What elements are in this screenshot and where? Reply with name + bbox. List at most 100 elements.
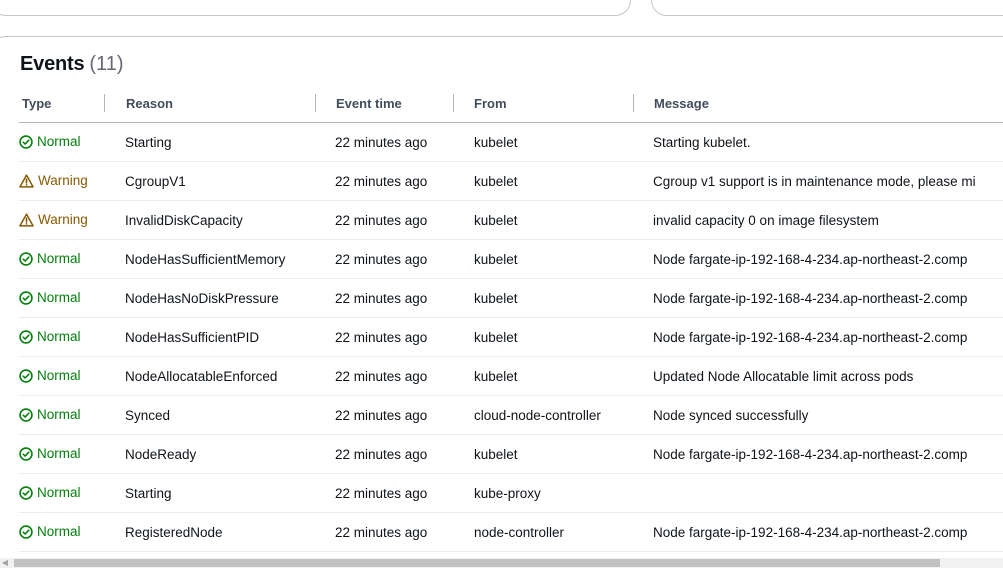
cell-type: Warning: [19, 201, 127, 239]
cell-type: Warning: [19, 162, 127, 200]
cell-reason: NodeAllocatableEnforced: [125, 369, 278, 384]
events-table: Type Reason Event time From Message Norm…: [19, 89, 1003, 552]
status-indicator: Normal: [19, 318, 81, 356]
status-success-icon: [19, 486, 37, 500]
column-header-reason[interactable]: Reason: [123, 89, 173, 122]
cell-from: kubelet: [474, 330, 518, 345]
status-warning-icon: [19, 174, 38, 188]
status-indicator: Warning: [19, 162, 88, 200]
cell-from: kubelet: [474, 213, 518, 228]
cell-event-time: 22 minutes ago: [335, 330, 428, 345]
cell-reason: NodeHasNoDiskPressure: [125, 291, 279, 306]
table-row: Normal NodeHasSufficientMemory 22 minutes …: [19, 240, 1003, 279]
cell-type: Normal: [19, 123, 127, 161]
status-indicator: Normal: [19, 357, 81, 395]
cell-reason: NodeHasSufficientPID: [125, 330, 260, 345]
cell-reason: InvalidDiskCapacity: [125, 213, 243, 228]
table-row: Normal NodeReady 22 minutes ago kubelet Node…: [19, 435, 1003, 474]
table-row: Normal NodeHasNoDiskPressure 22 minutes ag…: [19, 279, 1003, 318]
cell-reason: NodeReady: [125, 447, 197, 462]
status-label: Normal: [37, 524, 81, 539]
status-label: Warning: [38, 173, 88, 188]
status-label: Warning: [38, 212, 88, 227]
cell-message: Node fargate-ip-192-168-4-234.ap-northea…: [653, 447, 968, 462]
cell-from: kubelet: [474, 447, 518, 462]
cell-type: Normal: [19, 513, 127, 551]
table-row: Normal Synced 22 minutes ago cloud-node-con…: [19, 396, 1003, 435]
cell-event-time: 22 minutes ago: [335, 135, 428, 150]
cell-event-time: 22 minutes ago: [335, 525, 428, 540]
status-success-icon: [19, 369, 37, 383]
column-header-message[interactable]: Message: [651, 89, 709, 122]
cell-from: kubelet: [474, 252, 518, 267]
table-row: Warning CgroupV1 22 minutes ago kubelet Cgro…: [19, 162, 1003, 201]
table-row: Normal NodeHasSufficientPID 22 minutes ago…: [19, 318, 1003, 357]
scrollbar-thumb[interactable]: [14, 559, 940, 567]
table-row: Normal RegisteredNode 22 minutes ago node-c…: [19, 513, 1003, 552]
cell-message: Node fargate-ip-192-168-4-234.ap-northea…: [653, 252, 968, 267]
cell-type: Normal: [19, 318, 127, 356]
column-resizer[interactable]: [453, 94, 454, 112]
status-indicator: Warning: [19, 201, 88, 239]
status-label: Normal: [37, 134, 81, 149]
cell-reason: NodeHasSufficientMemory: [125, 252, 286, 267]
cell-message: Node synced successfully: [653, 408, 809, 423]
status-indicator: Normal: [19, 513, 81, 551]
scroll-left-arrow-icon[interactable]: ◀: [0, 558, 10, 568]
status-label: Normal: [37, 446, 81, 461]
status-label: Normal: [37, 251, 81, 266]
status-success-icon: [19, 252, 37, 266]
status-label: Normal: [37, 485, 81, 500]
cell-event-time: 22 minutes ago: [335, 291, 428, 306]
cell-reason: Starting: [125, 135, 172, 150]
top-left-card: [0, 0, 631, 16]
cell-from: kubelet: [474, 135, 518, 150]
cell-from: kubelet: [474, 291, 518, 306]
cell-reason: Starting: [125, 486, 172, 501]
cell-event-time: 22 minutes ago: [335, 369, 428, 384]
cell-message: Node fargate-ip-192-168-4-234.ap-northea…: [653, 291, 968, 306]
table-header: Type Reason Event time From Message: [19, 89, 1003, 123]
status-indicator: Normal: [19, 435, 81, 473]
table-row: Normal Starting 22 minutes ago kubelet Start…: [19, 123, 1003, 162]
status-indicator: Normal: [19, 123, 81, 161]
table-body: Normal Starting 22 minutes ago kubelet Start…: [19, 123, 1003, 552]
column-header-from[interactable]: From: [471, 89, 507, 122]
column-resizer[interactable]: [315, 94, 316, 112]
status-label: Normal: [37, 368, 81, 383]
cell-event-time: 22 minutes ago: [335, 213, 428, 228]
status-success-icon: [19, 447, 37, 461]
table-row: Normal Starting 22 minutes ago kube-proxy: [19, 474, 1003, 513]
cell-type: Normal: [19, 357, 127, 395]
cell-message: Node fargate-ip-192-168-4-234.ap-northea…: [653, 525, 968, 540]
cell-message: Node fargate-ip-192-168-4-234.ap-northea…: [653, 330, 968, 345]
cell-from: cloud-node-controller: [474, 408, 601, 423]
status-success-icon: [19, 330, 37, 344]
cell-event-time: 22 minutes ago: [335, 252, 428, 267]
column-resizer[interactable]: [633, 94, 634, 112]
cell-from: kubelet: [474, 174, 518, 189]
table-row: Warning InvalidDiskCapacity 22 minutes ago…: [19, 201, 1003, 240]
cell-from: node-controller: [474, 525, 565, 540]
cell-type: Normal: [19, 279, 127, 317]
cell-message: Starting kubelet.: [653, 135, 751, 150]
cell-type: Normal: [19, 396, 127, 434]
status-indicator: Normal: [19, 474, 81, 512]
cell-type: Normal: [19, 474, 127, 512]
cell-message: Updated Node Allocatable limit across po…: [653, 369, 914, 384]
status-warning-icon: [19, 213, 38, 227]
status-indicator: Normal: [19, 240, 81, 278]
column-resizer[interactable]: [104, 94, 105, 112]
horizontal-scrollbar[interactable]: ◀: [0, 558, 1003, 568]
column-header-event-time[interactable]: Event time: [333, 89, 402, 122]
status-success-icon: [19, 525, 37, 539]
top-right-card: [651, 0, 1003, 16]
events-panel: Events (11) Type Reason Event time From …: [0, 36, 1003, 568]
cell-message: invalid capacity 0 on image filesystem: [653, 213, 879, 228]
panel-header: Events (11): [20, 53, 123, 79]
status-indicator: Normal: [19, 279, 81, 317]
cell-event-time: 22 minutes ago: [335, 408, 428, 423]
column-header-type[interactable]: Type: [19, 89, 127, 122]
cell-type: Normal: [19, 240, 127, 278]
status-label: Normal: [37, 329, 81, 344]
